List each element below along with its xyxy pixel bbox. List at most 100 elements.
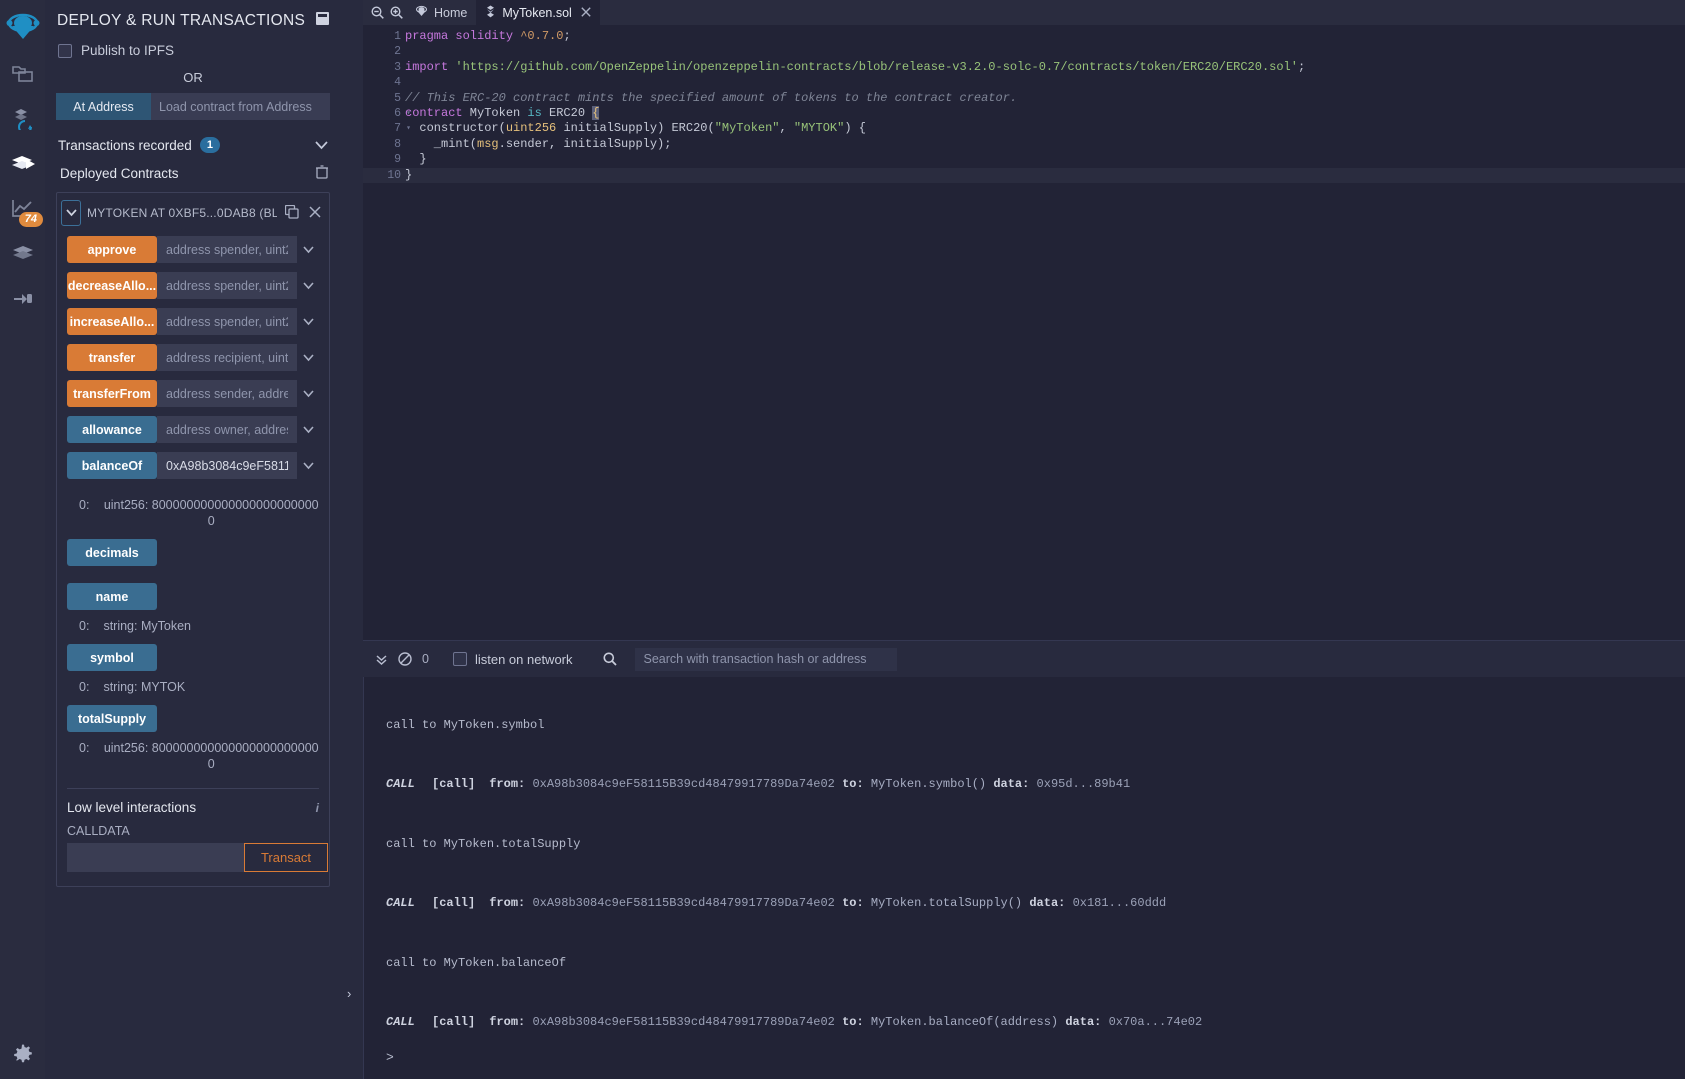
function-input-approve[interactable]	[157, 236, 297, 263]
calldata-row: Transact	[57, 843, 329, 886]
code-token: // This ERC-20 contract mints the specif…	[405, 90, 1018, 105]
chevron-down-icon[interactable]	[297, 241, 319, 259]
chevron-down-icon[interactable]	[297, 457, 319, 475]
remix-logo-icon[interactable]	[0, 6, 45, 51]
code-content[interactable]: pragma solidity ^0.7.0; import 'https://…	[405, 25, 1685, 640]
copy-icon[interactable]	[283, 204, 301, 222]
code-token: MyToken	[462, 106, 528, 121]
publish-ipfs-checkbox[interactable]	[58, 43, 72, 58]
deploy-run-transactions-icon[interactable]	[0, 141, 45, 186]
function-button-allowance[interactable]: allowance	[67, 416, 157, 443]
chevron-down-icon[interactable]	[297, 313, 319, 331]
contract-header-row[interactable]: MYTOKEN AT 0XBF5...0DAB8 (BLOC	[57, 193, 329, 233]
plugin-manager-icon[interactable]	[0, 276, 45, 321]
remix-home-icon	[415, 5, 428, 21]
log-data-key: data:	[1029, 896, 1066, 910]
chevron-down-icon[interactable]	[297, 421, 319, 439]
at-address-row: At Address	[56, 93, 330, 120]
function-button-increase-allowance[interactable]: increaseAllo...	[67, 308, 157, 335]
code-token: initialSupply) ERC20(	[556, 121, 715, 136]
contract-expand-toggle[interactable]	[61, 200, 81, 226]
transactions-recorded-row[interactable]: Transactions recorded 1	[56, 129, 330, 161]
function-row: decimals	[67, 539, 319, 566]
function-row: transferFrom	[67, 380, 319, 407]
tab-mytoken-sol[interactable]: MyToken.sol	[476, 0, 600, 25]
log-entry-plain[interactable]: call to MyToken.balanceOf	[386, 925, 1685, 1000]
listen-on-network-row[interactable]: listen on network	[452, 652, 573, 667]
panel-collapse-column: ›	[341, 0, 363, 1079]
log-entry-call[interactable]: CALL [call] from: 0xA98b3084c9eF58115B39…	[386, 762, 1685, 806]
solidity-compiler-icon[interactable]	[0, 96, 45, 141]
log-label: CALL	[386, 896, 415, 910]
chevron-down-icon[interactable]	[297, 349, 319, 367]
log-entry-call[interactable]: CALL [call] from: 0xA98b3084c9eF58115B39…	[386, 1000, 1685, 1044]
function-button-total-supply[interactable]: totalSupply	[67, 705, 157, 732]
at-address-button[interactable]: At Address	[56, 93, 151, 120]
trash-icon[interactable]	[316, 165, 328, 182]
analysis-badge: 74	[18, 212, 43, 227]
code-line: _mint(msg.sender, initialSupply);	[405, 137, 1685, 152]
close-icon[interactable]	[307, 205, 323, 221]
log-entry-plain[interactable]: call to MyToken.symbol	[386, 687, 1685, 762]
code-token: contract	[405, 106, 463, 121]
terminal-prompt[interactable]: >	[386, 1044, 1685, 1065]
panel-collapse-arrow[interactable]: ›	[347, 986, 351, 1001]
chevrons-down-icon[interactable]	[375, 653, 388, 666]
search-icon[interactable]	[603, 652, 617, 666]
panel-menu-icon[interactable]	[316, 12, 329, 30]
log-entry-plain[interactable]: call to MyToken.totalSupply	[386, 806, 1685, 881]
chevron-down-icon[interactable]	[315, 138, 328, 153]
function-input-transfer[interactable]	[157, 344, 297, 371]
function-input-allowance[interactable]	[157, 416, 297, 443]
function-button-name[interactable]: name	[67, 583, 157, 610]
log-from-value: 0xA98b3084c9eF58115B39cd48479917789Da74e…	[532, 1015, 835, 1029]
settings-button[interactable]	[0, 1044, 45, 1069]
line-number: 10	[363, 167, 405, 184]
zoom-in-icon[interactable]	[387, 6, 406, 19]
zoom-out-icon[interactable]	[368, 6, 387, 19]
function-button-symbol[interactable]: symbol	[67, 644, 157, 671]
chevron-down-icon[interactable]	[297, 277, 319, 295]
transact-button[interactable]: Transact	[244, 843, 328, 872]
debugger-icon[interactable]	[0, 231, 45, 276]
line-number: 4	[394, 76, 401, 90]
function-button-balance-of[interactable]: balanceOf	[67, 452, 157, 479]
code-area[interactable]: 1 2 3 4 5 6 ▾ 7 ▾ 8 9 10 pragma solidity ^…	[363, 25, 1685, 640]
function-button-transfer[interactable]: transfer	[67, 344, 157, 371]
function-button-decimals[interactable]: decimals	[67, 539, 157, 566]
tab-home[interactable]: Home	[406, 0, 476, 25]
publish-ipfs-row[interactable]: Publish to IPFS	[56, 40, 330, 60]
code-token: "MyToken"	[714, 121, 780, 136]
analysis-icon[interactable]: 74	[0, 186, 45, 231]
pending-transactions-count: 0	[422, 652, 429, 666]
or-separator: OR	[183, 70, 203, 85]
line-number-foldable[interactable]: 7 ▾	[363, 121, 411, 136]
function-input-transfer-from[interactable]	[157, 380, 297, 407]
log-tag: [call]	[432, 777, 476, 791]
function-input-increase-allowance[interactable]	[157, 308, 297, 335]
listen-on-network-checkbox[interactable]	[452, 652, 467, 666]
code-line: // This ERC-20 contract mints the specif…	[405, 91, 1685, 106]
function-button-transfer-from[interactable]: transferFrom	[67, 380, 157, 407]
log-tag: [call]	[432, 896, 476, 910]
line-number: 3	[394, 60, 401, 74]
log-from-value: 0xA98b3084c9eF58115B39cd48479917789Da74e…	[532, 777, 835, 791]
publish-ipfs-label: Publish to IPFS	[81, 43, 175, 58]
function-button-approve[interactable]: approve	[67, 236, 157, 263]
log-entry-call[interactable]: CALL [call] from: 0xA98b3084c9eF58115B39…	[386, 881, 1685, 925]
code-token: ) {	[844, 121, 866, 136]
info-icon[interactable]: i	[316, 801, 319, 815]
no-entry-icon[interactable]	[398, 652, 412, 666]
line-number-foldable[interactable]: 6 ▾	[363, 106, 411, 121]
function-input-decrease-allowance[interactable]	[157, 272, 297, 299]
function-row: allowance	[67, 416, 319, 443]
chevron-down-icon[interactable]	[297, 385, 319, 403]
file-explorers-icon[interactable]	[0, 51, 45, 96]
function-input-balance-of[interactable]	[157, 452, 297, 479]
close-icon[interactable]	[581, 5, 591, 20]
at-address-input[interactable]	[151, 93, 330, 120]
search-input[interactable]	[634, 647, 897, 671]
calldata-input[interactable]	[67, 843, 244, 872]
function-button-decrease-allowance[interactable]: decreaseAllo...	[67, 272, 157, 299]
